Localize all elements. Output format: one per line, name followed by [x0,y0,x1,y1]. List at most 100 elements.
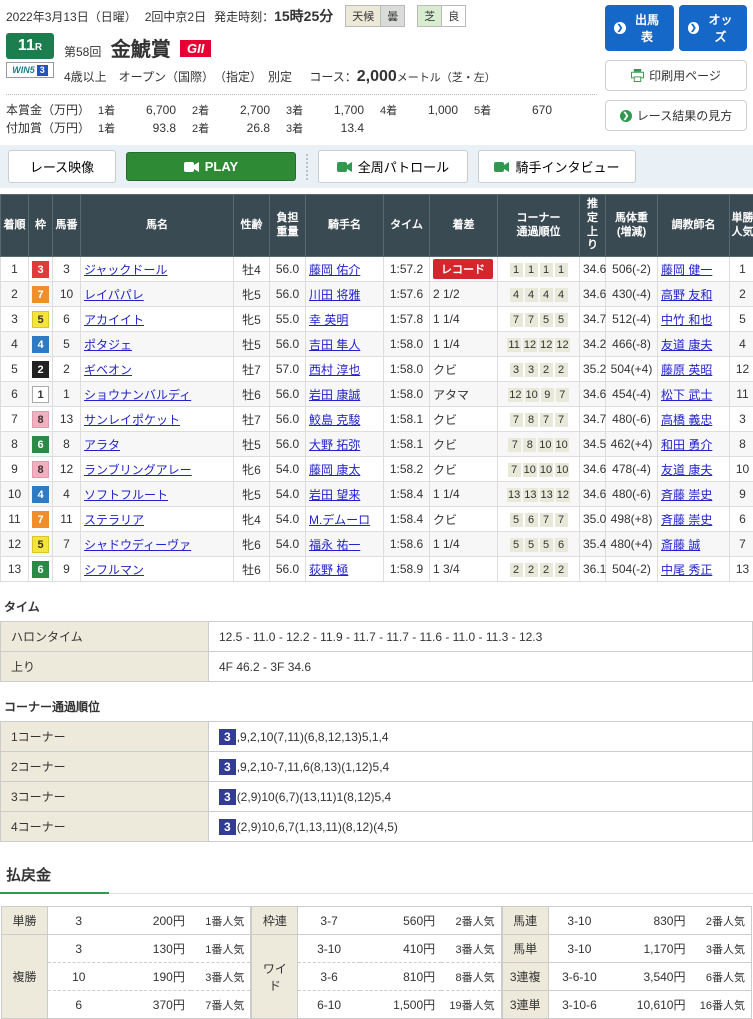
payout-favorite-rank: 1番人気 [191,935,251,963]
result-row: 522ギベオン牡757.0西村 淳也1:58.0クビ332235.2504(+4… [1,357,753,382]
payout-row: ワイド3-10410円3番人気 [252,935,501,963]
trainer-link[interactable]: 和田 勇介 [661,438,712,452]
corner-position-chip: 3 [510,363,523,377]
corner-position-chip: 7 [555,513,568,527]
prize-label: 付加賞（万円） [6,119,98,136]
jockey-link[interactable]: 鮫島 克駿 [309,413,360,427]
horse-number: 6 [53,307,81,332]
results-table: 着順枠馬番馬名性齢負担 重量騎手名タイム着差コーナー 通過順位推 定 上 り馬体… [0,194,753,582]
trainer-link[interactable]: 友道 康夫 [661,463,712,477]
last-furlongs-row: 上り 4F 46.2 - 3F 34.6 [1,652,753,682]
jockey-link[interactable]: 川田 将雅 [309,288,360,302]
trainer-link[interactable]: 松下 武士 [661,388,712,402]
prize-amount: 1,000 [406,103,458,117]
trainer-link[interactable]: 中尾 秀正 [661,563,712,577]
corner-position-chip: 2 [540,363,553,377]
corner-positions: 121097 [498,382,580,407]
print-page-button[interactable]: 印刷用ページ [605,60,747,91]
result-row: 11711ステラリア牝454.0M.デムーロ1:58.4クビ567735.049… [1,507,753,532]
horse-name-link[interactable]: ショウナンバルディ [84,388,191,402]
trainer-link[interactable]: 斎藤 誠 [661,538,700,552]
horse-name-link[interactable]: ランブリングアレー [84,463,192,477]
trainer-link[interactable]: 藤岡 健一 [661,263,712,277]
trainer-link[interactable]: 高橋 義忠 [661,413,712,427]
race-round: 第58回 [64,45,101,59]
corner-table: 1コーナー3,9,2,10(7,11)(6,8,12,13)5,1,42コーナー… [0,721,753,842]
race-video-button[interactable]: レース映像 [8,150,116,183]
patrol-video-button[interactable]: 全周パトロール [318,150,468,183]
carried-weight: 56.0 [270,432,306,457]
bet-type-label: 3連単 [502,991,548,1019]
entries-button[interactable]: ❯出馬表 [605,5,674,51]
finish-position: 4 [1,332,29,357]
margin: 1 3/4 [430,557,498,582]
prize-place: 5着 [474,102,500,118]
prize-place: 1着 [98,120,124,136]
jockey-link[interactable]: 藤岡 康太 [309,463,360,477]
jockey-link[interactable]: 大野 拓弥 [309,438,360,452]
result-row: 356アカイイト牝555.0幸 英明1:57.81 1/4775534.7512… [1,307,753,332]
horse-name-link[interactable]: ステラリア [84,513,144,527]
win-favorite-rank: 13 [730,557,753,582]
horse-name-link[interactable]: シャドウディーヴァ [84,538,191,552]
column-header: 推 定 上 り [580,195,606,257]
jockey-link[interactable]: 藤岡 佑介 [309,263,360,277]
margin: 1 1/4 [430,307,498,332]
jockey-link[interactable]: 福永 祐一 [309,538,360,552]
corner-position-chip: 5 [510,513,523,527]
corner-position-chip: 12 [508,388,522,402]
last-3f-time: 35.0 [580,507,606,532]
corner-label: 2コーナー [1,752,209,782]
trainer-link[interactable]: 高野 友和 [661,288,712,302]
jockey-link[interactable]: 岩田 康誠 [309,388,360,402]
horse-name-link[interactable]: ジャックドール [84,263,167,277]
prize-add-row: 付加賞（万円）1着93.82着26.83着13.4 [6,119,597,137]
jockey-link[interactable]: 幸 英明 [309,313,348,327]
horse-weight: 480(+4) [606,532,658,557]
trainer-link[interactable]: 中竹 和也 [661,313,712,327]
finish-position: 2 [1,282,29,307]
prize-amount: 670 [500,103,552,117]
printer-icon [631,69,644,82]
horse-name-link[interactable]: シフルマン [84,563,144,577]
corner-position-chip: 12 [523,338,537,352]
horse-name-link[interactable]: ギベオン [84,363,132,377]
horse-name-link[interactable]: アラタ [84,438,120,452]
trainer-link[interactable]: 斉藤 崇史 [661,513,712,527]
halon-time-value: 12.5 - 11.0 - 12.2 - 11.9 - 11.7 - 11.7 … [209,622,753,652]
race-title-row: 11R WIN5 3 第58回 金鯱賞 GII 4歳以上 オープン（国際） （指… [6,33,597,86]
jockey-link[interactable]: 岩田 望来 [309,488,360,502]
horse-name-link[interactable]: ソフトフルート [84,488,168,502]
corner-position-chip: 7 [510,313,523,327]
frame-number-badge: 3 [32,261,49,278]
race-title: 金鯱賞 [111,39,171,61]
odds-button[interactable]: ❯オッズ [679,5,748,51]
jockey-link[interactable]: 荻野 極 [309,563,348,577]
corner-label: 4コーナー [1,812,209,842]
corner-positions: 7877 [498,407,580,432]
payout-favorite-rank: 2番人気 [691,907,751,935]
payout-table: 単勝3200円1番人気複勝3130円1番人気10190円3番人気6370円7番人… [1,906,251,1019]
jockey-interview-button[interactable]: 騎手インタビュー [478,150,636,183]
corner-position-chip: 7 [556,388,569,402]
dotted-separator [6,94,597,95]
play-button[interactable]: PLAY [126,152,296,181]
trainer-link[interactable]: 藤原 英昭 [661,363,712,377]
horse-name-link[interactable]: レイパパレ [84,288,144,302]
column-header: 馬名 [81,195,234,257]
win-favorite-rank: 4 [730,332,753,357]
payout-combination: 6-10 [298,991,360,1019]
corner-section-title: コーナー通過順位 [4,698,753,715]
jockey-link[interactable]: 西村 淳也 [309,363,360,377]
jockey-link[interactable]: 吉田 隼人 [309,338,360,352]
results-guide-button[interactable]: ❯レース結果の見方 [605,100,747,131]
horse-name-link[interactable]: アカイイト [84,313,144,327]
horse-name-link[interactable]: ポタジェ [84,338,132,352]
trainer-link[interactable]: 友道 康夫 [661,338,712,352]
jockey-link[interactable]: M.デムーロ [309,513,370,527]
horse-weight: 512(-4) [606,307,658,332]
horse-name-link[interactable]: サンレイポケット [84,413,180,427]
arrow-circle-icon: ❯ [620,110,632,122]
trainer-link[interactable]: 斉藤 崇史 [661,488,712,502]
payout-favorite-rank: 3番人気 [691,935,751,963]
